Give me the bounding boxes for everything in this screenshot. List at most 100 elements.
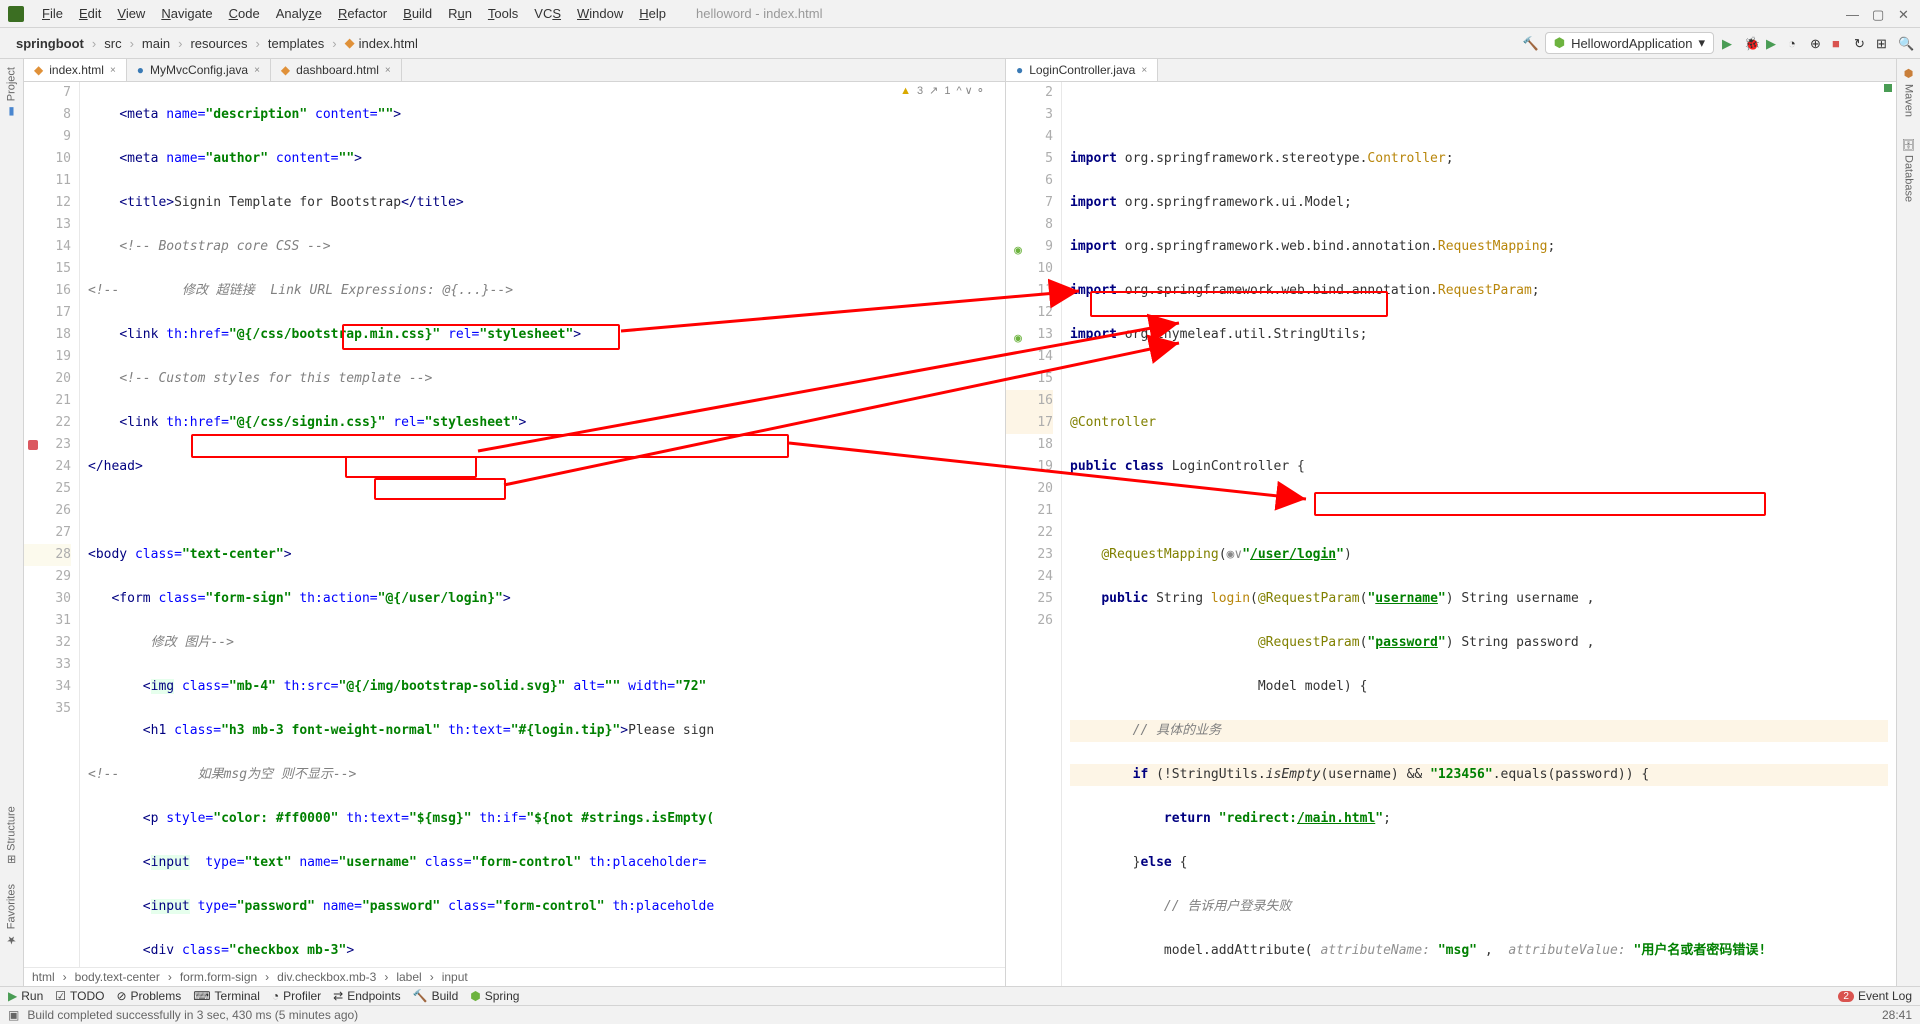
menu-build[interactable]: Build — [397, 4, 438, 23]
sidebar-structure[interactable]: ⊞ Structure — [5, 806, 18, 864]
tool-run[interactable]: ▶Run — [8, 989, 43, 1003]
crumb-body[interactable]: body.text-center — [75, 970, 160, 984]
tool-todo[interactable]: ☑TODO — [55, 989, 104, 1003]
request-icon[interactable]: ◉ — [1008, 328, 1022, 342]
html-file-icon: ◆ — [345, 35, 355, 51]
tool-terminal[interactable]: ⌨Terminal — [193, 989, 260, 1003]
tab-index-html[interactable]: ◆index.html× — [24, 59, 127, 81]
status-bar: ▣ Build completed successfully in 3 sec,… — [0, 1005, 1920, 1024]
right-code-content[interactable]: import org.springframework.stereotype.Co… — [1062, 82, 1896, 986]
tab-close-icon[interactable]: × — [254, 65, 260, 76]
profiler-icon: ◔ — [272, 989, 279, 1003]
maximize-icon[interactable]: ▢ — [1872, 7, 1886, 21]
tab-logincontroller[interactable]: ●LoginController.java× — [1006, 59, 1158, 81]
bottom-toolbar: ▶Run ☑TODO ⊘Problems ⌨Terminal ◔Profiler… — [0, 986, 1920, 1005]
menu-vcs[interactable]: VCS — [528, 4, 567, 23]
tab-close-icon[interactable]: × — [385, 65, 391, 76]
sidebar-maven[interactable]: ⬢ Maven — [1902, 67, 1915, 117]
menu-file[interactable]: FFileile — [36, 4, 69, 23]
left-gutter: 7891011121314151617181920212223242526272… — [24, 82, 80, 967]
error-badge: 2 — [1838, 991, 1854, 1002]
event-log[interactable]: 2 Event Log — [1838, 989, 1912, 1003]
right-tool-sidebar: ⬢ Maven 🗄 Database — [1896, 59, 1920, 986]
right-code[interactable]: 2345678◉9101112◉131415161718192021222324… — [1006, 82, 1896, 986]
left-code[interactable]: 7891011121314151617181920212223242526272… — [24, 82, 1005, 967]
menu-refactor[interactable]: Refactor — [332, 4, 393, 23]
build-icon[interactable]: 🔨 — [1523, 36, 1537, 50]
stop-icon[interactable]: ■ — [1832, 36, 1846, 50]
structure-icon[interactable]: ⊞ — [1876, 36, 1890, 50]
tool-profiler[interactable]: ◔Profiler — [272, 989, 321, 1003]
sidebar-favorites[interactable]: ★ Favorites — [5, 884, 18, 946]
menu-navigate[interactable]: Navigate — [155, 4, 218, 23]
editor-breadcrumb: html › body.text-center › form.form-sign… — [24, 967, 1005, 986]
menu-window[interactable]: Window — [571, 4, 629, 23]
update-icon[interactable]: ↻ — [1854, 36, 1868, 50]
menu-tools[interactable]: Tools — [482, 4, 524, 23]
left-code-content[interactable]: <meta name="description" content=""> <me… — [80, 82, 1005, 967]
crumb-file[interactable]: ◆ index.html — [337, 33, 426, 53]
spring-icon: ⬢ — [470, 989, 480, 1003]
tab-dashboard[interactable]: ◆dashboard.html× — [271, 59, 402, 81]
run-icon: ▶ — [8, 989, 17, 1003]
window-title: helloword - index.html — [696, 6, 822, 21]
run-icon[interactable]: ▶ — [1722, 36, 1736, 50]
tool-build[interactable]: 🔨Build — [413, 989, 459, 1003]
right-editor-pane: ●LoginController.java× 2345678◉9101112◉1… — [1006, 59, 1896, 986]
debug-icon[interactable]: 🐞 — [1744, 36, 1758, 50]
crumb-project[interactable]: springboot — [8, 34, 92, 53]
crumb-src[interactable]: src — [96, 34, 129, 53]
todo-icon: ☑ — [55, 989, 66, 1003]
editor-area: ◆index.html× ●MyMvcConfig.java× ◆dashboa… — [24, 59, 1896, 986]
sidebar-database[interactable]: 🗄 Database — [1902, 137, 1915, 202]
crumb-resources[interactable]: resources — [182, 34, 255, 53]
minimize-icon[interactable]: — — [1846, 7, 1860, 21]
crumb-main[interactable]: main — [134, 34, 178, 53]
left-tool-sidebar: ▮ Project ⊞ Structure ★ Favorites — [0, 59, 24, 986]
close-icon[interactable]: ✕ — [1898, 7, 1912, 21]
tab-mymvcconfig[interactable]: ●MyMvcConfig.java× — [127, 59, 271, 81]
crumb-templates[interactable]: templates — [260, 34, 332, 53]
crumb-html[interactable]: html — [32, 970, 55, 984]
tab-close-icon[interactable]: × — [1141, 65, 1147, 76]
terminal-icon: ⌨ — [193, 989, 210, 1003]
tool-problems[interactable]: ⊘Problems — [116, 989, 181, 1003]
crumb-label[interactable]: label — [396, 970, 421, 984]
search-icon[interactable]: 🔍 — [1898, 36, 1912, 50]
profiler-icon[interactable]: ◔ — [1788, 36, 1802, 50]
menu-code[interactable]: Code — [223, 4, 266, 23]
crumb-form[interactable]: form.form-sign — [180, 970, 257, 984]
menu-analyze[interactable]: Analyze — [270, 4, 328, 23]
hide-tool-icon[interactable]: ▣ — [8, 1008, 19, 1022]
left-tabs: ◆index.html× ●MyMvcConfig.java× ◆dashboa… — [24, 59, 1005, 82]
coverage-icon[interactable]: ▶ — [1766, 36, 1780, 50]
cursor-position[interactable]: 28:41 — [1882, 1008, 1912, 1022]
java-class-icon: ● — [137, 63, 144, 77]
bean-icon[interactable]: ◉ — [1008, 240, 1022, 254]
chevron-down-icon: ▾ — [1698, 35, 1705, 51]
right-gutter: 2345678◉9101112◉131415161718192021222324… — [1006, 82, 1062, 986]
run-config-selector[interactable]: ⬢ HellowordApplication ▾ — [1545, 32, 1714, 54]
html-file-icon: ◆ — [34, 63, 43, 77]
build-icon: 🔨 — [413, 989, 428, 1003]
menu-run[interactable]: Run — [442, 4, 478, 23]
html-file-icon: ◆ — [281, 63, 290, 77]
spring-icon: ⬢ — [1554, 35, 1565, 51]
breakpoint-icon[interactable] — [28, 440, 38, 450]
left-editor-pane: ◆index.html× ●MyMvcConfig.java× ◆dashboa… — [24, 59, 1006, 986]
menu-view[interactable]: View — [111, 4, 151, 23]
menu-edit[interactable]: Edit — [73, 4, 107, 23]
tool-endpoints[interactable]: ⇄Endpoints — [333, 989, 400, 1003]
crumb-input[interactable]: input — [442, 970, 468, 984]
status-message: Build completed successfully in 3 sec, 4… — [27, 1008, 358, 1022]
problems-icon: ⊘ — [116, 989, 126, 1003]
tab-close-icon[interactable]: × — [110, 65, 116, 76]
tool-spring[interactable]: ⬢Spring — [470, 989, 519, 1003]
attach-icon[interactable]: ⊕ — [1810, 36, 1824, 50]
crumb-div[interactable]: div.checkbox.mb-3 — [277, 970, 376, 984]
nav-toolbar: springboot › src › main › resources › te… — [0, 28, 1920, 59]
menu-help[interactable]: Help — [633, 4, 672, 23]
right-tabs: ●LoginController.java× — [1006, 59, 1896, 82]
sidebar-project[interactable]: ▮ Project — [5, 67, 18, 118]
menubar: FFileile Edit View Navigate Code Analyze… — [0, 0, 1920, 28]
